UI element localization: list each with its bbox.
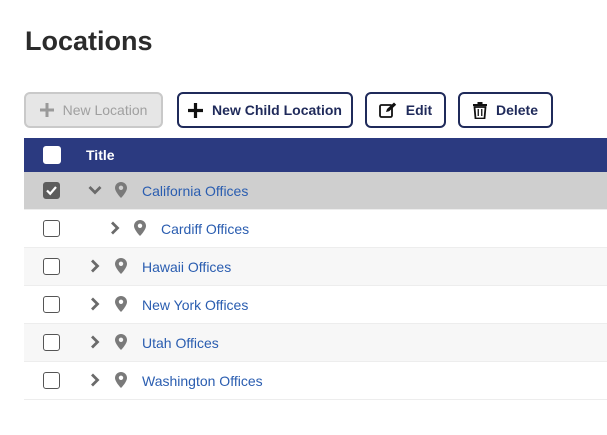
chevron-right-icon[interactable] bbox=[88, 259, 102, 278]
locations-grid: Title California Offices Cardiff Offices bbox=[24, 138, 607, 400]
row-checkbox[interactable] bbox=[43, 372, 60, 389]
map-pin-icon bbox=[115, 182, 127, 203]
plus-icon bbox=[39, 103, 54, 117]
chevron-right-icon[interactable] bbox=[88, 335, 102, 354]
location-link[interactable]: California Offices bbox=[142, 183, 248, 199]
row-checkbox[interactable] bbox=[43, 182, 60, 199]
select-all-checkbox[interactable] bbox=[43, 146, 61, 164]
column-header-title[interactable]: Title bbox=[86, 147, 115, 163]
map-pin-icon bbox=[115, 296, 127, 317]
location-link[interactable]: Cardiff Offices bbox=[161, 221, 249, 237]
location-link[interactable]: Hawaii Offices bbox=[142, 259, 231, 275]
edit-button[interactable]: Edit bbox=[365, 92, 446, 128]
table-row[interactable]: Utah Offices bbox=[24, 324, 607, 362]
map-pin-icon bbox=[115, 258, 127, 279]
location-link[interactable]: Utah Offices bbox=[142, 335, 219, 351]
delete-button[interactable]: Delete bbox=[458, 92, 553, 128]
chevron-right-icon[interactable] bbox=[88, 297, 102, 316]
trash-icon bbox=[472, 101, 487, 119]
edit-icon bbox=[378, 102, 397, 118]
table-row[interactable]: New York Offices bbox=[24, 286, 607, 324]
row-checkbox[interactable] bbox=[43, 258, 60, 275]
new-location-label: New Location bbox=[62, 102, 148, 118]
chevron-down-icon[interactable] bbox=[88, 183, 102, 202]
table-row[interactable]: Washington Offices bbox=[24, 362, 607, 400]
new-location-button[interactable]: New Location bbox=[24, 92, 163, 128]
page-title: Locations bbox=[25, 26, 153, 56]
location-link[interactable]: Washington Offices bbox=[142, 373, 263, 389]
table-row[interactable]: Cardiff Offices bbox=[24, 210, 607, 248]
new-child-location-button[interactable]: New Child Location bbox=[177, 92, 353, 128]
table-row[interactable]: Hawaii Offices bbox=[24, 248, 607, 286]
map-pin-icon bbox=[115, 372, 127, 393]
new-child-location-label: New Child Location bbox=[212, 102, 342, 118]
chevron-right-icon[interactable] bbox=[108, 221, 122, 240]
grid-header: Title bbox=[24, 138, 607, 172]
plus-icon bbox=[188, 102, 204, 118]
row-checkbox[interactable] bbox=[43, 220, 60, 237]
edit-label: Edit bbox=[405, 102, 433, 118]
location-link[interactable]: New York Offices bbox=[142, 297, 248, 313]
delete-label: Delete bbox=[495, 102, 539, 118]
chevron-right-icon[interactable] bbox=[88, 373, 102, 392]
table-row[interactable]: California Offices bbox=[24, 172, 607, 210]
row-checkbox[interactable] bbox=[43, 296, 60, 313]
map-pin-icon bbox=[115, 334, 127, 355]
row-checkbox[interactable] bbox=[43, 334, 60, 351]
map-pin-icon bbox=[134, 220, 146, 241]
